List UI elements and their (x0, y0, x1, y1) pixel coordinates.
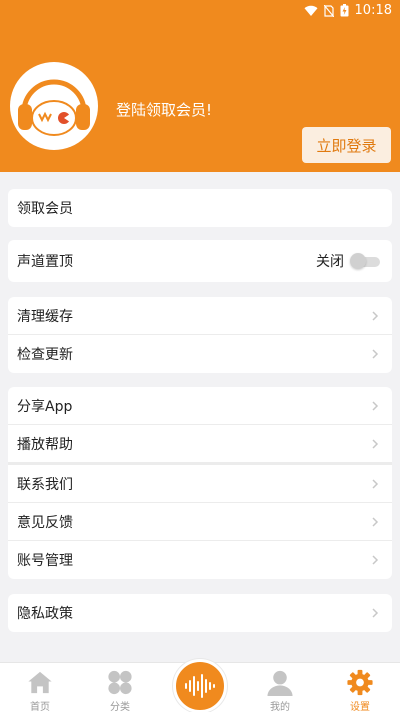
login-button[interactable]: 立即登录 (302, 127, 391, 163)
tab-category[interactable]: 分类 (90, 663, 150, 712)
share-app-label: 分享App (17, 398, 73, 415)
clear-cache-label: 清理缓存 (17, 308, 73, 325)
channel-top-label: 声道置顶 (17, 254, 73, 270)
maintenance-card: 清理缓存 检查更新 (8, 297, 392, 373)
feedback-label: 意见反馈 (17, 514, 73, 531)
play-help-label: 播放帮助 (17, 436, 73, 453)
account-label: 账号管理 (17, 553, 73, 569)
status-bar: 10:18 (0, 0, 400, 24)
chevron-right-icon (372, 310, 379, 321)
sound-wave-icon (185, 674, 215, 698)
clear-cache-row[interactable]: 清理缓存 (8, 297, 392, 335)
person-icon (267, 670, 293, 697)
channel-top-row: 声道置顶 关闭 (8, 240, 392, 282)
headphones-logo-icon (18, 79, 90, 136)
check-update-label: 检查更新 (17, 347, 73, 363)
membership-card: 领取会员 (8, 189, 392, 227)
privacy-label: 隐私政策 (17, 606, 73, 622)
chevron-right-icon (372, 555, 379, 565)
contact-us-label: 联系我们 (17, 476, 73, 493)
profile-header: 10:18 登陆领取会员! 立即登录 (0, 0, 400, 172)
avatar[interactable] (10, 62, 98, 150)
membership-row[interactable]: 领取会员 (8, 189, 392, 227)
tab-settings[interactable]: 设置 (330, 663, 390, 712)
no-sim-icon (323, 4, 334, 17)
channel-card: 声道置顶 关闭 (8, 240, 392, 282)
chevron-right-icon (372, 478, 379, 489)
gear-icon (347, 669, 373, 696)
account-row[interactable]: 账号管理 (8, 541, 392, 579)
feedback-row[interactable]: 意见反馈 (8, 503, 392, 541)
check-update-row[interactable]: 检查更新 (8, 335, 392, 373)
chevron-right-icon (372, 516, 379, 527)
share-app-row[interactable]: 分享App (8, 387, 392, 425)
chevron-right-icon (372, 349, 379, 359)
wifi-icon (304, 5, 318, 16)
tab-mine-label: 我的 (270, 702, 290, 712)
channel-top-toggle[interactable] (350, 253, 382, 269)
chevron-right-icon (372, 608, 379, 618)
support-card: 分享App 播放帮助 联系我们 意见反馈 账号管理 (8, 387, 392, 579)
clock: 10:18 (354, 3, 392, 18)
privacy-row[interactable]: 隐私政策 (8, 594, 392, 632)
tab-category-label: 分类 (110, 702, 130, 712)
toggle-knob (350, 253, 366, 269)
home-icon (28, 671, 52, 694)
login-prompt[interactable]: 登陆领取会员! (116, 99, 212, 120)
membership-label: 领取会员 (17, 201, 73, 217)
chevron-right-icon (372, 400, 379, 411)
tab-settings-label: 设置 (350, 702, 370, 712)
play-help-row[interactable]: 播放帮助 (8, 425, 392, 465)
category-grid-icon (108, 670, 132, 695)
tab-mine[interactable]: 我的 (250, 663, 310, 712)
toggle-state-text: 关闭 (316, 254, 344, 270)
contact-us-row[interactable]: 联系我们 (8, 465, 392, 503)
chevron-right-icon (372, 438, 379, 449)
tab-home-label: 首页 (30, 702, 50, 712)
tab-home[interactable]: 首页 (10, 663, 70, 712)
privacy-card: 隐私政策 (8, 594, 392, 632)
battery-charging-icon (340, 4, 349, 17)
center-play-button[interactable] (173, 659, 227, 712)
